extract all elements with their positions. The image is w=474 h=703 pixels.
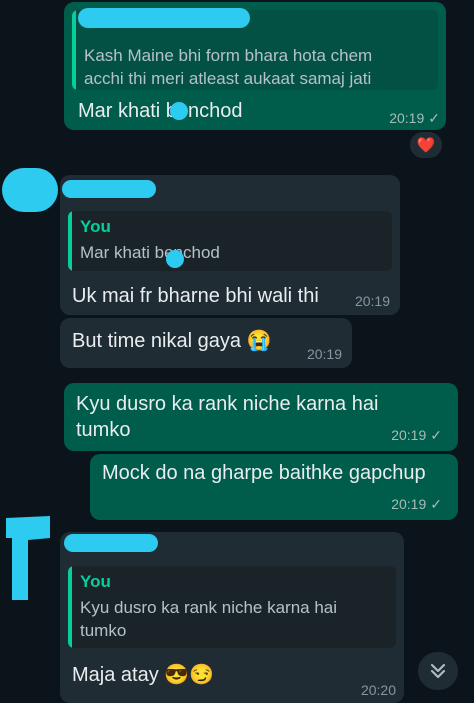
quoted-message[interactable]: You Mar khati benchod <box>68 211 392 271</box>
message-outgoing[interactable]: Kyu dusro ka rank niche karna hai tumko … <box>64 383 458 451</box>
message-text: Uk mai fr bharne bhi wali thi <box>72 285 319 307</box>
reaction-badge[interactable]: ❤️ <box>408 130 444 160</box>
message-time: 20:19 ✓ <box>391 427 442 443</box>
message-time: 20:19 ✓ <box>389 110 440 126</box>
quoted-author: You <box>80 217 111 236</box>
message-text: Maja atay 😎😏 <box>72 664 215 686</box>
message-text: Mar khati benchod <box>78 100 243 122</box>
redaction-mark <box>2 168 58 212</box>
message-time: 20:19 <box>306 346 342 362</box>
scroll-to-bottom-button[interactable] <box>418 652 458 690</box>
redaction-mark <box>62 180 156 198</box>
message-time: 20:20 <box>360 682 396 698</box>
read-tick-icon: ✓ <box>430 427 442 443</box>
redaction-dot <box>170 102 188 120</box>
quoted-text: Mar khati benchod <box>80 243 220 262</box>
read-tick-icon: ✓ <box>428 110 440 126</box>
redaction-mark <box>64 534 158 552</box>
quoted-text: Kyu dusro ka rank niche karna hai tumko <box>80 598 338 640</box>
redaction-scribble <box>6 516 50 600</box>
redaction-mark <box>78 8 250 28</box>
quoted-message[interactable]: You Kyu dusro ka rank niche karna hai tu… <box>68 566 396 648</box>
message-incoming[interactable]: Rohma You Kyu dusro ka rank niche karna … <box>60 532 404 703</box>
message-text: Mock do na gharpe baithke gapchup <box>102 462 426 484</box>
message-time: 20:19 <box>354 293 390 309</box>
quoted-author: You <box>80 572 111 591</box>
message-text: Kyu dusro ka rank niche karna hai tumko <box>76 393 379 441</box>
message-outgoing[interactable]: Mock do na gharpe baithke gapchup 20:19 ✓ <box>90 454 458 520</box>
heart-icon: ❤️ <box>416 137 436 154</box>
double-chevron-down-icon <box>430 663 446 679</box>
message-time: 20:19 ✓ <box>391 496 442 512</box>
read-tick-icon: ✓ <box>430 496 442 512</box>
redaction-dot <box>166 250 184 268</box>
message-text: But time nikal gaya 😭 <box>72 330 272 352</box>
message-incoming[interactable]: But time nikal gaya 😭 20:19 <box>60 318 352 368</box>
